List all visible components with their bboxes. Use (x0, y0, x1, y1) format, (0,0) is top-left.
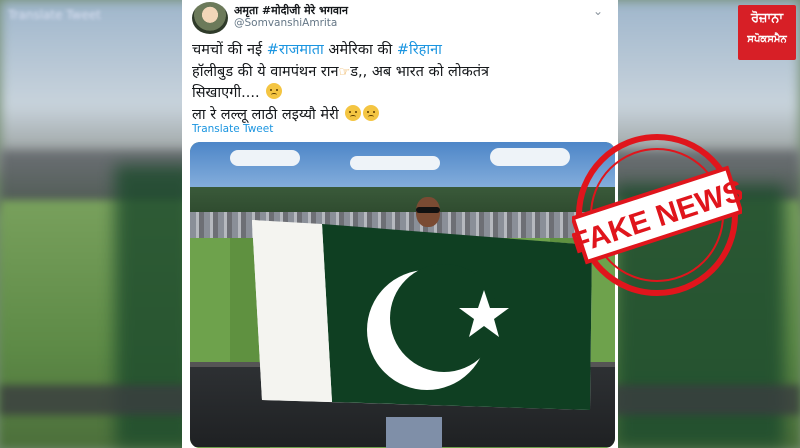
tweet-line4: ला रे लल्लू लाठी लइय्यौ मेरी (192, 106, 339, 123)
background-translate-label: Translate Tweet (8, 8, 101, 22)
smile-emoji-icon (266, 83, 283, 99)
tweet-line2: हॉलीबुड की ये वामपंथन रान (192, 63, 339, 80)
chevron-down-icon[interactable]: ⌄ (590, 4, 606, 18)
pointing-hand-icon: ☞ (338, 64, 351, 80)
tweet-line2-suffix: ड,, अब भारत को लोकतंत्र (350, 63, 490, 80)
user-handle[interactable]: @SomvanshiAmrita (234, 17, 337, 29)
translate-tweet-link[interactable]: Translate Tweet (192, 123, 273, 135)
display-name[interactable]: अमृता #मोदीजी मेरे भगवान (234, 3, 348, 18)
worried-emoji-icon (345, 104, 362, 121)
tweet-line1-prefix: चमचों की नई (192, 42, 267, 58)
logo-line2: ਸਪੋਕਸਮੈਨ (747, 34, 787, 45)
fake-news-stamp: FAKE NEWS (572, 134, 742, 296)
avatar[interactable] (192, 2, 228, 34)
tweet-text: चमचों की नई #राजमाता अमेरिका की #रिहाना … (192, 40, 612, 126)
logo-line1: ਰੋਜ਼ਾਨਾ (750, 11, 784, 26)
worried-emoji-icon (363, 104, 380, 121)
hashtag-rihanna[interactable]: #रिहाना (397, 42, 442, 58)
tweet-photo[interactable] (190, 142, 615, 448)
tweet-line1-mid: अमेरिका की (323, 42, 397, 58)
tweet-line3: सिखाएगी.... (192, 85, 260, 101)
hashtag-rajmata[interactable]: #राजमाता (267, 42, 324, 58)
spokesman-logo: ਰੋਜ਼ਾਨਾ ਸਪੋਕਸਮੈਨ (738, 5, 796, 60)
tweet-card: अमृता #मोदीजी मेरे भगवान @SomvanshiAmrit… (182, 0, 618, 448)
flag-image (252, 220, 592, 410)
